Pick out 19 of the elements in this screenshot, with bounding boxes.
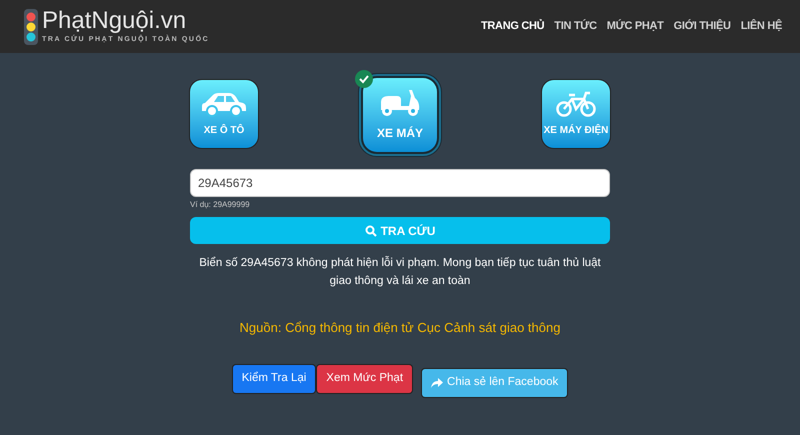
plate-input[interactable]: 29A45673: [190, 169, 610, 197]
action-button[interactable]: Xem Mức Phạt: [317, 364, 412, 392]
traffic-light-icon: [24, 8, 38, 44]
result-message: Biển số 29A45673 không phát hiện lỗi vi phạm. Mong bạn tiếp tục tuân thủ luật giao thông và lái xe an toàn: [198, 255, 602, 289]
nav-link[interactable]: TIN TỨC: [554, 18, 597, 35]
input-hint: Ví dụ: 29A99999: [190, 199, 251, 211]
search-icon: [364, 224, 377, 236]
scooter-icon: [379, 88, 421, 118]
site-logo[interactable]: PhạtNguội.vn: [42, 7, 210, 36]
car-icon: [201, 90, 247, 116]
nav-link[interactable]: GIỚI THIỆU: [674, 18, 731, 35]
nav-link[interactable]: TRANG CHỦ: [480, 18, 544, 35]
bicycle-icon: [556, 90, 596, 116]
share-icon: [431, 378, 444, 388]
check-icon: [355, 70, 373, 88]
source-text: Nguồn: Cổng thông tin điện tử Cục Cảnh sát giao thông: [240, 319, 560, 337]
nav-link[interactable]: MỨC PHẠT: [606, 18, 664, 35]
nav-link[interactable]: LIÊN HỆ: [740, 18, 782, 35]
action-button[interactable]: Kiểm Tra Lại: [232, 364, 316, 392]
